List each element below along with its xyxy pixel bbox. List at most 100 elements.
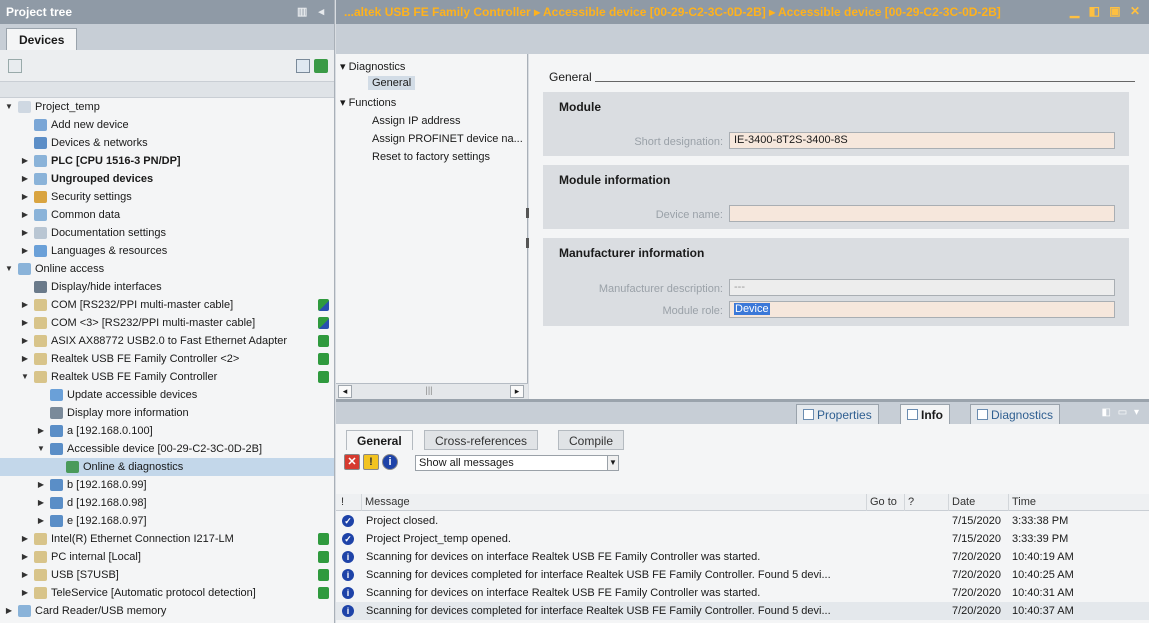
inspector-window-controls[interactable]: ◧ ▭ ▾ [1102,407,1141,418]
tree-item[interactable]: Update accessible devices [0,386,334,404]
tree-item[interactable]: Online & diagnostics [0,458,334,476]
tab-info[interactable]: Info [900,404,950,424]
breadcrumb-item[interactable]: Accessible device [00-29-C2-3C-0D-2B] [543,5,766,19]
table-row[interactable]: ✓ Project Project_temp opened. 7/15/2020 3:… [336,530,1149,548]
table-row[interactable]: ✓ Project closed. 7/15/2020 3:33:38 PM [336,512,1149,530]
overview-icon[interactable] [296,59,310,73]
expand-arrow-icon[interactable]: ▶ [20,170,30,188]
info-filter-icon[interactable]: i [382,454,398,470]
tree-item[interactable]: ▼ Realtek USB FE Family Controller [0,368,334,386]
device-name-field[interactable] [729,205,1115,222]
nav-item-general[interactable]: General [368,76,416,90]
tree-item[interactable]: ▶ a [192.168.0.100] [0,422,334,440]
tree-item[interactable]: ▶ Common data [0,206,334,224]
tab-properties[interactable]: Properties [796,404,879,424]
expand-arrow-icon[interactable]: ▶ [20,152,30,170]
column-goto[interactable]: Go to [867,494,905,511]
tree-item[interactable]: ▶ Security settings [0,188,334,206]
manufacturer-description-field[interactable]: --- [729,279,1115,296]
collapse-pane-icon[interactable]: ▥ ◂ [297,5,328,18]
expand-arrow-icon[interactable]: ▶ [36,494,46,512]
go-online-icon[interactable] [314,59,328,73]
tree-item[interactable]: ▶ e [192.168.0.97] [0,512,334,530]
tree-item[interactable]: ▶ TeleService [Automatic protocol detecti… [0,584,334,602]
nav-item-assign-ip[interactable]: Assign IP address [372,115,460,127]
nav-group-diagnostics[interactable]: ▾ Diagnostics [340,60,405,73]
expand-arrow-icon[interactable]: ▶ [20,584,30,602]
expand-arrow-icon[interactable]: ▶ [36,422,46,440]
tree-item[interactable]: ▶ b [192.168.0.99] [0,476,334,494]
tab-diagnostics[interactable]: Diagnostics [970,404,1061,424]
error-filter-icon[interactable]: ✕ [344,454,360,470]
expand-arrow-icon[interactable]: ▶ [20,188,30,206]
tree-item[interactable]: Display/hide interfaces [0,278,334,296]
tree-item-label: Devices & networks [51,137,148,149]
tree-item[interactable]: ▶ PLC [CPU 1516-3 PN/DP] [0,152,334,170]
tree-item[interactable]: ▶ Card Reader/USB memory [0,602,334,620]
expand-arrow-icon[interactable]: ▶ [36,512,46,530]
column-time[interactable]: Time [1009,494,1149,511]
scroll-right-icon[interactable]: ▸ [510,385,524,398]
message-filter-dropdown[interactable]: Show all messages [415,455,613,471]
expand-arrow-icon[interactable]: ▶ [36,476,46,494]
subtab-compile[interactable]: Compile [558,430,625,450]
collapse-arrow-icon[interactable]: ▼ [4,98,14,116]
expand-arrow-icon[interactable]: ▶ [20,296,30,314]
warning-filter-icon[interactable]: ! [363,454,379,470]
column-severity[interactable]: ! [338,494,362,511]
scroll-thumb[interactable]: ||| [422,385,436,398]
tree-view-icon[interactable] [8,59,22,73]
tree-item[interactable]: ▼ Online access [0,260,334,278]
expand-arrow-icon[interactable]: ▶ [20,206,30,224]
table-row[interactable]: i Scanning for devices on interface Realt… [336,584,1149,602]
expand-arrow-icon[interactable]: ▶ [20,224,30,242]
expand-arrow-icon[interactable]: ▶ [4,602,14,620]
expand-arrow-icon[interactable]: ▶ [20,566,30,584]
tree-item[interactable]: ▶ COM [RS232/PPI multi-master cable] [0,296,334,314]
tree-item[interactable]: ▼ Accessible device [00-29-C2-3C-0D-2B] [0,440,334,458]
column-message[interactable]: Message [362,494,867,511]
tree-item[interactable]: Devices & networks [0,134,334,152]
expand-arrow-icon[interactable]: ▶ [20,548,30,566]
tree-item[interactable]: ▶ Realtek USB FE Family Controller <2> [0,350,334,368]
tree-item[interactable]: ▶ Languages & resources [0,242,334,260]
table-row[interactable]: i Scanning for devices completed for inte… [336,566,1149,584]
tree-item[interactable]: ▼ Project_temp [0,98,334,116]
collapse-arrow-icon[interactable]: ▼ [4,260,14,278]
tree-item[interactable]: Add new device [0,116,334,134]
expand-arrow-icon[interactable]: ▶ [20,350,30,368]
expand-arrow-icon[interactable]: ▶ [20,314,30,332]
nav-group-functions[interactable]: ▾ Functions [340,96,396,109]
nav-item-assign-profinet-name[interactable]: Assign PROFINET device na... [372,133,523,145]
tree-item[interactable]: ▶ ASIX AX88772 USB2.0 to Fast Ethernet Ad… [0,332,334,350]
tree-item[interactable]: ▶ d [192.168.0.98] [0,494,334,512]
tree-item[interactable]: ▶ Ungrouped devices [0,170,334,188]
tab-devices[interactable]: Devices [6,28,78,50]
tree-item[interactable]: ▶ COM <3> [RS232/PPI multi-master cable] [0,314,334,332]
breadcrumb-item[interactable]: ...altek USB FE Family Controller [344,5,531,19]
expand-arrow-icon[interactable]: ▶ [20,530,30,548]
nav-horizontal-scrollbar[interactable]: ◂ ||| ▸ [336,383,528,399]
scroll-left-icon[interactable]: ◂ [338,385,352,398]
tree-item[interactable]: ▶ Intel(R) Ethernet Connection I217-LM [0,530,334,548]
tree-item[interactable]: ▶ USB [S7USB] [0,566,334,584]
subtab-general[interactable]: General [346,430,413,450]
expand-arrow-icon[interactable]: ▶ [20,332,30,350]
tree-item[interactable]: Display more information [0,404,334,422]
nav-item-reset-factory[interactable]: Reset to factory settings [372,151,490,163]
breadcrumb-item[interactable]: Accessible device [00-29-C2-3C-0D-2B] [778,5,1001,19]
expand-arrow-icon[interactable]: ▶ [20,242,30,260]
module-role-field[interactable]: Device [729,301,1115,318]
collapse-arrow-icon[interactable]: ▼ [36,440,46,458]
short-designation-field[interactable]: IE-3400-8T2S-3400-8S [729,132,1115,149]
column-date[interactable]: Date [949,494,1009,511]
subtab-cross-references[interactable]: Cross-references [424,430,539,450]
collapse-arrow-icon[interactable]: ▼ [20,368,30,386]
table-row[interactable]: i Scanning for devices on interface Realt… [336,548,1149,566]
tree-item[interactable]: ▶ Documentation settings [0,224,334,242]
table-row[interactable]: i Scanning for devices completed for inte… [336,602,1149,620]
window-controls[interactable]: ▁ ◧ ▣ ✕ [1070,4,1143,18]
tree-item[interactable]: ▶ PC internal [Local] [0,548,334,566]
chevron-down-icon[interactable]: ▼ [607,455,619,471]
column-help[interactable]: ? [905,494,949,511]
